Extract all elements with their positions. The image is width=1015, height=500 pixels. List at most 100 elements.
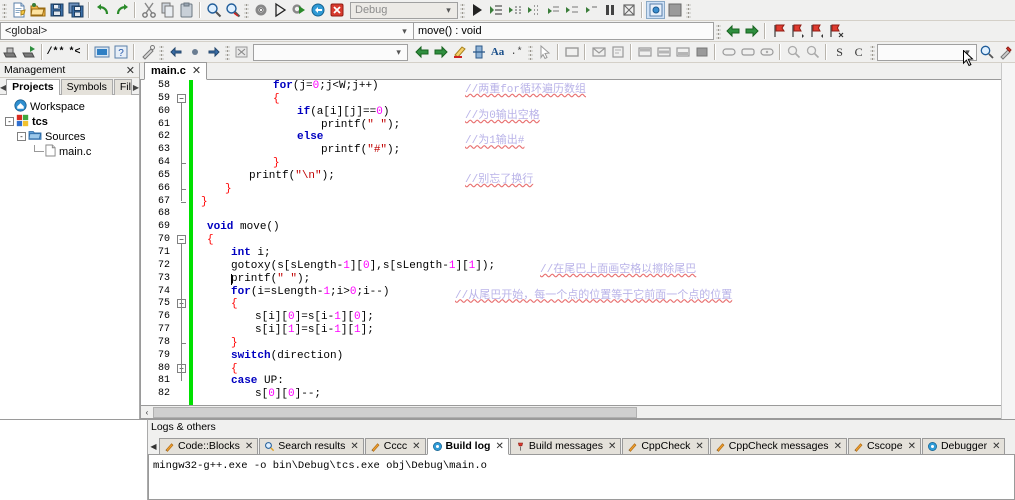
close-icon[interactable]: ✕ — [608, 441, 616, 452]
doxyblocks-config-icon[interactable] — [92, 43, 111, 61]
replace-icon[interactable] — [223, 1, 242, 19]
next-bookmark-icon[interactable] — [807, 22, 826, 40]
close-icon[interactable]: ✕ — [350, 441, 358, 452]
code-line[interactable]: { — [193, 234, 1014, 247]
code-line[interactable]: } — [193, 196, 1014, 209]
regex-icon[interactable]: .* — [507, 43, 526, 61]
open-file-icon[interactable] — [28, 1, 47, 19]
close-icon[interactable]: ✕ — [126, 64, 135, 77]
toolbar-grip[interactable] — [686, 1, 691, 19]
new-file-icon[interactable] — [9, 1, 28, 19]
highlight-icon[interactable] — [450, 43, 469, 61]
tree-item-sources[interactable]: - Sources — [3, 129, 139, 144]
run-icon[interactable] — [270, 1, 289, 19]
logs-tab-debugger[interactable]: Debugger ✕ — [921, 438, 1006, 455]
logs-tab-cscope[interactable]: Cscope ✕ — [847, 438, 921, 455]
nav-forward-icon[interactable] — [742, 22, 761, 40]
logs-tab-code-blocks[interactable]: Code::Blocks ✕ — [159, 438, 259, 455]
toolbar-grip[interactable] — [528, 43, 534, 61]
doxyblocks-extract-icon[interactable] — [19, 43, 38, 61]
toolbar-grip[interactable] — [716, 22, 721, 40]
close-icon[interactable]: ✕ — [245, 441, 253, 452]
toolbar-grip[interactable] — [460, 1, 465, 19]
frame-icon[interactable] — [562, 43, 581, 61]
close-icon[interactable]: ✕ — [695, 441, 703, 452]
window-vertical-scrollbar[interactable] — [1001, 63, 1015, 419]
save-all-icon[interactable] — [66, 1, 85, 19]
toggle-bookmark-icon[interactable] — [769, 22, 788, 40]
code-line[interactable]: else — [193, 131, 1014, 144]
undo-icon[interactable] — [93, 1, 112, 19]
editor-body[interactable]: 58 59 60 61 62 63 64 65 66 67 68 69 70 71 72 73 74 75 76 77… — [140, 80, 1015, 406]
close-icon[interactable]: ✕ — [834, 441, 842, 452]
code-line[interactable]: { — [193, 363, 1014, 376]
code-line[interactable]: } — [193, 157, 1014, 170]
redo-icon[interactable] — [112, 1, 131, 19]
code-folding-gutter[interactable]: −−−− — [175, 80, 189, 405]
toolbar-grip[interactable] — [870, 43, 876, 61]
code-line[interactable] — [193, 208, 1014, 221]
tab-symbols[interactable]: Symbols — [60, 79, 113, 95]
build-target-combo[interactable]: Debug ▾ — [350, 1, 458, 19]
logs-tab-cppcheck-messages[interactable]: CppCheck messages ✕ — [709, 438, 847, 455]
tree-item-tcs[interactable]: - tcs — [3, 114, 139, 129]
zoom-in-icon[interactable] — [784, 43, 803, 61]
tools-icon[interactable] — [996, 43, 1015, 61]
layout-top-icon[interactable] — [635, 43, 654, 61]
nav-back-icon[interactable] — [723, 22, 742, 40]
logs-tab-build-log[interactable]: Build log ✕ — [426, 438, 509, 455]
code-line[interactable]: if(a[i][j]==0) — [193, 106, 1014, 119]
code-line[interactable]: s[i][1]=s[i-1][1]; — [193, 324, 1014, 337]
toolbar-grip[interactable] — [2, 1, 7, 19]
code-text[interactable]: //两重for循环遍历数组 for(j=0;j<W;j++){//为0输出空格 if… — [193, 80, 1014, 405]
debug-next-line-icon[interactable] — [505, 1, 524, 19]
tree-expander-sources[interactable]: - — [17, 132, 26, 141]
rebuild-icon[interactable] — [308, 1, 327, 19]
code-line[interactable]: } — [193, 183, 1014, 196]
pointer-icon[interactable] — [535, 43, 554, 61]
hscroll-thumb[interactable] — [153, 406, 637, 418]
scroll-left-icon[interactable]: ‹ — [141, 407, 153, 418]
debug-break-icon[interactable] — [600, 1, 619, 19]
toolbar-grip[interactable] — [159, 43, 164, 61]
goto-next-icon[interactable] — [431, 43, 450, 61]
editor-tab-mainc[interactable]: main.c ✕ — [144, 62, 208, 80]
debug-step-instruction-icon[interactable] — [581, 1, 600, 19]
code-line[interactable]: for(j=0;j<W;j++) — [193, 80, 1014, 93]
find-icon[interactable] — [204, 1, 223, 19]
source-icon[interactable]: S — [830, 43, 849, 61]
build-and-run-icon[interactable] — [289, 1, 308, 19]
debug-step-into-icon[interactable] — [524, 1, 543, 19]
doxyblocks-run-icon[interactable] — [0, 43, 19, 61]
code-line[interactable]: int i; — [193, 247, 1014, 260]
debug-continue-icon[interactable] — [467, 1, 486, 19]
comment-block-icon[interactable]: /** — [46, 43, 65, 61]
class-icon[interactable]: C — [849, 43, 868, 61]
code-line[interactable]: } — [193, 337, 1014, 350]
tree-item-mainc[interactable]: main.c — [3, 144, 139, 159]
close-icon[interactable]: ✕ — [495, 441, 503, 452]
logs-tab-cppcheck[interactable]: CppCheck ✕ — [622, 438, 709, 455]
match-case-icon[interactable]: Aa — [488, 43, 507, 61]
close-icon[interactable]: ✕ — [412, 441, 420, 452]
hscroll-track[interactable] — [153, 406, 1002, 418]
tree-item-workspace[interactable]: Workspace — [3, 98, 139, 114]
selection-icon[interactable] — [469, 43, 488, 61]
debug-next-instruction-icon[interactable] — [562, 1, 581, 19]
close-icon[interactable]: ✕ — [908, 441, 916, 452]
tab-files[interactable]: Files — [113, 79, 132, 95]
toolbar-grip[interactable] — [244, 1, 249, 19]
textbox-icon[interactable] — [738, 43, 757, 61]
zoom-out-icon[interactable] — [803, 43, 822, 61]
save-icon[interactable] — [47, 1, 66, 19]
previous-bookmark-icon[interactable] — [788, 22, 807, 40]
abort-icon[interactable] — [327, 1, 346, 19]
goto-previous-changed-line-icon[interactable] — [166, 43, 185, 61]
layout-bottom-icon[interactable] — [673, 43, 692, 61]
doxyblocks-help-icon[interactable]: ? — [111, 43, 130, 61]
layout-middle-icon[interactable] — [654, 43, 673, 61]
scope-combo[interactable]: <global> ▾ — [0, 22, 414, 40]
copy-icon[interactable] — [158, 1, 177, 19]
code-line[interactable]: s[i][0]=s[i-1][0]; — [193, 311, 1014, 324]
toolbar-grip[interactable] — [225, 43, 230, 61]
